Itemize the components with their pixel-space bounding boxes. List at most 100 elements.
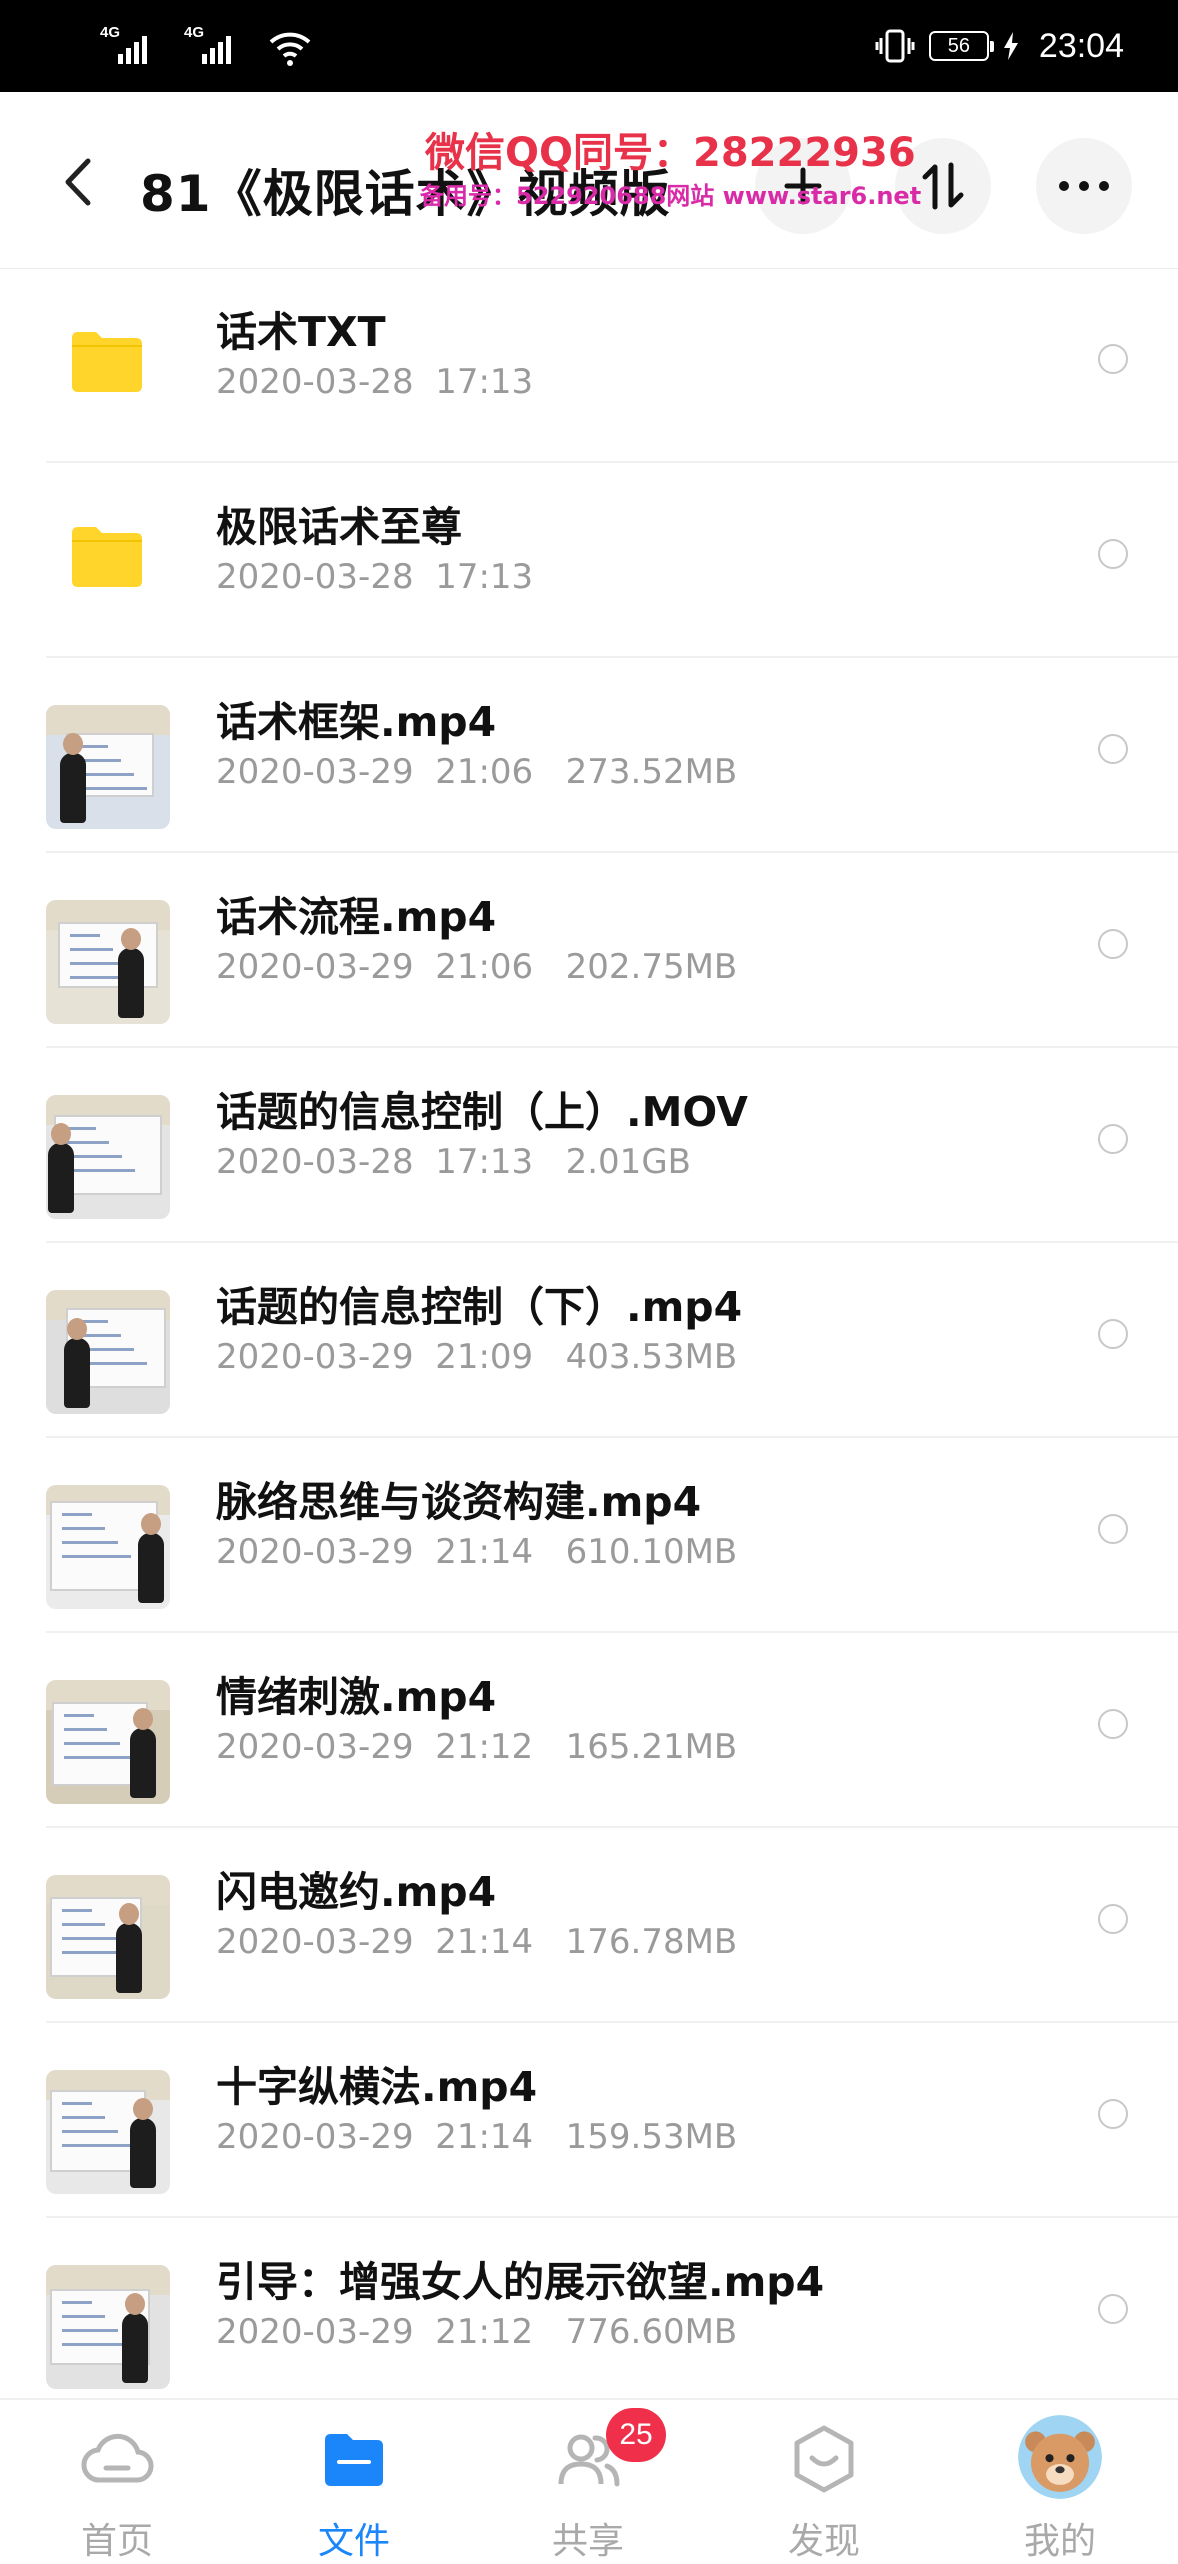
thumbnail-person [118,948,144,1018]
select-checkbox[interactable] [1098,2294,1128,2324]
file-name: 话术框架.mp4 [216,698,497,746]
file-name: 闪电邀约.mp4 [216,1868,497,1916]
video-thumbnail [46,1680,170,1804]
more-options-button[interactable] [1036,138,1132,234]
select-checkbox[interactable] [1098,1124,1128,1154]
file-list: 话术TXT 2020-03-28 17:13 极限话术至尊 2020-03-28 17… [0,268,1178,2413]
nav-discover[interactable]: 发现 [739,2400,909,2562]
file-meta: 2020-03-29 21:06 273.52MB [216,752,738,792]
bottom-navigation: 首页 文件 25 共享 发现 我的 [0,2398,1178,2562]
file-meta: 2020-03-29 21:14 176.78MB [216,1922,738,1962]
file-name: 情绪刺激.mp4 [216,1673,497,1721]
select-checkbox[interactable] [1098,2099,1128,2129]
file-row[interactable]: 引导：增强女人的展示欲望.mp4 2020-03-29 21:12 776.60M… [0,2218,1178,2413]
file-name: 十字纵横法.mp4 [216,2063,538,2111]
thumbnail-person [116,1923,142,1993]
network-type-label: 4G [184,24,205,41]
thumbnail-wall [46,705,170,735]
file-meta: 2020-03-29 21:12 776.60MB [216,2312,738,2352]
nav-files-label: 文件 [317,2521,390,2562]
file-row[interactable]: 话术流程.mp4 2020-03-29 21:06 202.75MB [0,853,1178,1048]
battery-icon: 56 [928,31,994,61]
thumbnail-person-head [133,1708,153,1730]
file-meta: 2020-03-28 17:13 [216,557,534,597]
nav-share[interactable]: 25 共享 [503,2400,673,2562]
more-dots-icon [1059,181,1109,191]
folder-icon [72,332,142,392]
select-checkbox[interactable] [1098,734,1128,764]
wifi-icon [269,32,311,66]
nav-mine[interactable]: 我的 [975,2400,1145,2562]
video-thumbnail [46,2265,170,2389]
chevron-left-icon [65,158,91,206]
file-row[interactable]: 话题的信息控制（下）.mp4 2020-03-29 21:09 403.53MB [0,1243,1178,1438]
charging-icon [1003,32,1018,60]
top-app-bar: 81《极限话术》视频版 微信QQ同号：28222936 备用号：52292068… [0,92,1178,269]
discover-icon [794,2425,854,2493]
sort-arrows-icon [922,162,964,210]
thumbnail-person-head [133,2098,153,2120]
thumbnail-person [122,2313,148,2383]
thumbnail-person [64,1338,90,1408]
nav-home[interactable]: 首页 [32,2400,202,2562]
file-name: 话题的信息控制（上）.MOV [216,1088,748,1136]
back-button[interactable] [54,154,102,210]
thumbnail-person-head [121,928,141,950]
video-thumbnail [46,1875,170,1999]
cellular-signal-icon: 4G [184,24,242,68]
select-checkbox[interactable] [1098,1319,1128,1349]
folder-icon [72,527,142,587]
file-meta: 2020-03-29 21:14 159.53MB [216,2117,738,2157]
file-name: 引导：增强女人的展示欲望.mp4 [216,2258,825,2306]
bear-avatar-icon [1018,2415,1102,2499]
video-thumbnail [46,1485,170,1609]
video-thumbnail [46,705,170,829]
watermark-contact: 微信QQ同号：28222936 [425,130,916,176]
file-name: 话术流程.mp4 [216,893,497,941]
thumbnail-person-head [63,733,83,755]
battery-level: 56 [947,34,971,57]
cloud-icon [81,2433,154,2483]
file-row[interactable]: 话术框架.mp4 2020-03-29 21:06 273.52MB [0,658,1178,853]
file-row[interactable]: 情绪刺激.mp4 2020-03-29 21:12 165.21MB [0,1633,1178,1828]
thumbnail-person-head [67,1318,87,1340]
thumbnail-person [138,1533,164,1603]
thumbnail-person-head [51,1123,71,1145]
nav-home-label: 首页 [80,2521,153,2562]
select-checkbox[interactable] [1098,929,1128,959]
nav-files[interactable]: 文件 [269,2400,439,2562]
share-badge: 25 [606,2408,666,2462]
file-row[interactable]: 闪电邀约.mp4 2020-03-29 21:14 176.78MB [0,1828,1178,2023]
cellular-signal-icon: 4G [100,24,158,68]
folder-row[interactable]: 话术TXT 2020-03-28 17:13 [0,268,1178,463]
folder-icon [325,2434,383,2486]
thumbnail-person-head [125,2293,145,2315]
video-thumbnail [46,2070,170,2194]
file-row[interactable]: 脉络思维与谈资构建.mp4 2020-03-29 21:14 610.10MB [0,1438,1178,1633]
nav-discover-label: 发现 [787,2521,860,2562]
watermark-website: 备用号：522920688网站 www.star6.net [420,182,922,210]
nav-share-label: 共享 [551,2521,624,2562]
file-meta: 2020-03-28 17:13 [216,362,534,402]
file-meta: 2020-03-28 17:13 2.01GB [216,1142,691,1182]
video-thumbnail [46,1290,170,1414]
file-name: 话术TXT [216,308,386,356]
status-bar: 4G 4G 56 23:04 [0,0,1178,92]
select-checkbox[interactable] [1098,539,1128,569]
file-row[interactable]: 十字纵横法.mp4 2020-03-29 21:14 159.53MB [0,2023,1178,2218]
select-checkbox[interactable] [1098,1904,1128,1934]
thumbnail-person [60,753,86,823]
select-checkbox[interactable] [1098,1514,1128,1544]
file-meta: 2020-03-29 21:14 610.10MB [216,1532,738,1572]
file-name: 极限话术至尊 [216,503,462,551]
file-row[interactable]: 话题的信息控制（上）.MOV 2020-03-28 17:13 2.01GB [0,1048,1178,1243]
thumbnail-person-head [141,1513,161,1535]
thumbnail-person [130,2118,156,2188]
folder-row[interactable]: 极限话术至尊 2020-03-28 17:13 [0,463,1178,658]
video-thumbnail [46,900,170,1024]
nav-mine-label: 我的 [1023,2521,1096,2562]
network-type-label: 4G [100,24,121,41]
select-checkbox[interactable] [1098,1709,1128,1739]
select-checkbox[interactable] [1098,344,1128,374]
file-name: 脉络思维与谈资构建.mp4 [216,1478,702,1526]
